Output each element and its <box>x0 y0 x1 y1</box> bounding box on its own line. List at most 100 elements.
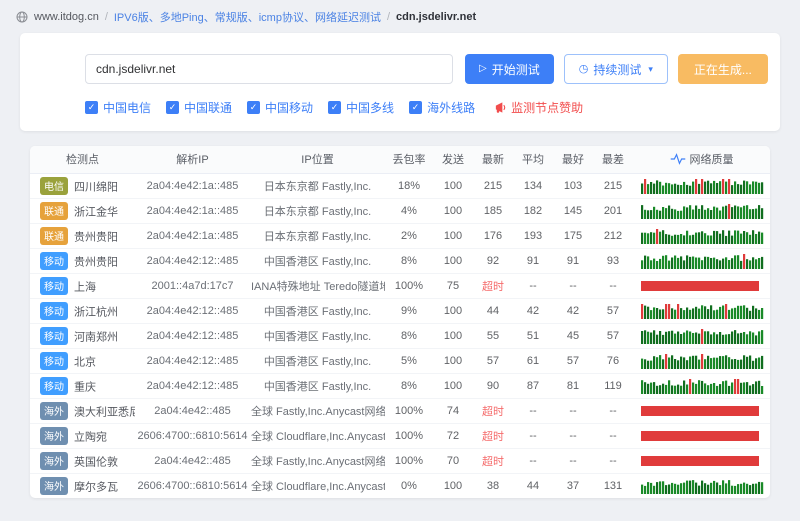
cell-best: -- <box>553 398 593 423</box>
generating-button[interactable]: 正在生成... <box>678 54 768 84</box>
cell-node: 移动重庆 <box>30 373 135 398</box>
checkbox-checked-icon[interactable]: ✓ <box>409 101 422 114</box>
cell-worst: 76 <box>593 348 633 373</box>
table-row: 移动重庆2a04:4e42:12::485中国香港区 Fastly,Inc.8%… <box>30 373 770 398</box>
line-type-badge: 移动 <box>40 277 68 295</box>
cell-avg: 51 <box>513 323 553 348</box>
filter-option-3[interactable]: ✓中国移动 <box>247 99 313 116</box>
toolbar-row: ▷ 开始测试 ◷ 持续测试 ▾ 正在生成... <box>85 54 780 84</box>
col-loss: 丢包率 <box>385 146 433 173</box>
cell-worst: 57 <box>593 298 633 323</box>
start-test-button[interactable]: ▷ 开始测试 <box>465 54 554 84</box>
col-worst: 最差 <box>593 146 633 173</box>
quality-chart <box>633 473 770 498</box>
cell-sent: 100 <box>433 248 473 273</box>
cell-latest: 90 <box>473 373 513 398</box>
cell-avg: -- <box>513 273 553 298</box>
cell-ip: 2a04:4e42:12::485 <box>135 298 250 323</box>
cell-worst: -- <box>593 398 633 423</box>
cell-loss: 0% <box>385 473 433 498</box>
quality-header-label: 网络质量 <box>690 151 734 167</box>
cell-loss: 9% <box>385 298 433 323</box>
quality-chart <box>633 373 770 398</box>
cell-sent: 100 <box>433 373 473 398</box>
cell-ip: 2a04:4e42::485 <box>135 448 250 473</box>
filter-row: ✓中国电信✓中国联通✓中国移动✓中国多线✓海外线路 监测节点赞助 <box>85 99 780 116</box>
filter-option-label: 海外线路 <box>427 99 475 116</box>
cell-worst: 201 <box>593 198 633 223</box>
cell-node: 海外立陶宛 <box>30 423 135 448</box>
cell-ip: 2a04:4e42:12::485 <box>135 373 250 398</box>
checkbox-checked-icon[interactable]: ✓ <box>328 101 341 114</box>
cell-node: 海外英国伦敦 <box>30 448 135 473</box>
table-row: 移动北京2a04:4e42:12::485中国香港区 Fastly,Inc.5%… <box>30 348 770 373</box>
checkbox-checked-icon[interactable]: ✓ <box>85 101 98 114</box>
cell-ip: 2a04:4e42:12::485 <box>135 348 250 373</box>
table-row: 海外澳大利亚悉尼2a04:4e42::485全球 Fastly,Inc.Anyc… <box>30 398 770 423</box>
quality-chart <box>633 448 770 473</box>
breadcrumb-site[interactable]: www.itdog.cn <box>34 11 99 23</box>
cell-worst: 131 <box>593 473 633 498</box>
cell-location: 全球 Fastly,Inc.Anycast网络 <box>250 398 385 423</box>
test-control-card: ▷ 开始测试 ◷ 持续测试 ▾ 正在生成... ✓中国电信✓中国联通✓中国移动✓… <box>20 33 780 131</box>
quality-chart <box>633 398 770 423</box>
cell-loss: 4% <box>385 198 433 223</box>
cell-location: 中国香港区 Fastly,Inc. <box>250 323 385 348</box>
table-row: 电信四川绵阳2a04:4e42:1a::485日本东京都 Fastly,Inc.… <box>30 173 770 198</box>
table-row: 移动河南郑州2a04:4e42:12::485中国香港区 Fastly,Inc.… <box>30 323 770 348</box>
cell-location: 中国香港区 Fastly,Inc. <box>250 373 385 398</box>
filter-option-2[interactable]: ✓中国联通 <box>166 99 232 116</box>
cell-location: 中国香港区 Fastly,Inc. <box>250 298 385 323</box>
node-name: 北京 <box>74 356 96 368</box>
cell-latest: 176 <box>473 223 513 248</box>
cell-loss: 100% <box>385 448 433 473</box>
table-row: 联通贵州贵阳2a04:4e42:1a::485日本东京都 Fastly,Inc.… <box>30 223 770 248</box>
cell-latest: 185 <box>473 198 513 223</box>
quality-chart <box>633 223 770 248</box>
continuous-test-button[interactable]: ◷ 持续测试 ▾ <box>564 54 668 84</box>
quality-chart <box>633 198 770 223</box>
cell-node: 移动贵州贵阳 <box>30 248 135 273</box>
cell-loss: 18% <box>385 173 433 198</box>
line-type-badge: 联通 <box>40 227 68 245</box>
cell-avg: 182 <box>513 198 553 223</box>
node-name: 浙江杭州 <box>74 306 118 318</box>
checkbox-checked-icon[interactable]: ✓ <box>247 101 260 114</box>
col-avg: 平均 <box>513 146 553 173</box>
filter-option-1[interactable]: ✓ 中国电信 <box>85 99 151 116</box>
host-input[interactable] <box>85 54 453 84</box>
cell-best: -- <box>553 273 593 298</box>
results-table-card: 检测点 解析IP IP位置 丢包率 发送 最新 平均 最好 最差 <box>30 146 770 498</box>
line-type-badge: 电信 <box>40 177 68 195</box>
cell-ip: 2a04:4e42:1a::485 <box>135 223 250 248</box>
cell-best: 175 <box>553 223 593 248</box>
cell-best: 91 <box>553 248 593 273</box>
cell-ip: 2001::4a7d:17c7 <box>135 273 250 298</box>
cell-latest: 超时 <box>473 423 513 448</box>
cell-best: 103 <box>553 173 593 198</box>
filter-option-label: 中国电信 <box>103 99 151 116</box>
quality-chart <box>633 173 770 198</box>
checkbox-checked-icon[interactable]: ✓ <box>166 101 179 114</box>
sponsor-link[interactable]: 监测节点赞助 <box>494 99 583 116</box>
col-ip: 解析IP <box>135 146 250 173</box>
cell-location: 全球 Fastly,Inc.Anycast网络 <box>250 448 385 473</box>
cell-node: 联通贵州贵阳 <box>30 223 135 248</box>
cell-ip: 2a04:4e42:12::485 <box>135 323 250 348</box>
cell-avg: -- <box>513 448 553 473</box>
cell-sent: 100 <box>433 298 473 323</box>
cell-worst: 93 <box>593 248 633 273</box>
quality-chart <box>633 298 770 323</box>
chevron-down-icon: ▾ <box>648 64 653 75</box>
node-name: 英国伦敦 <box>74 456 118 468</box>
cell-latest: 92 <box>473 248 513 273</box>
cell-sent: 100 <box>433 323 473 348</box>
cell-best: 81 <box>553 373 593 398</box>
filter-option-4[interactable]: ✓中国多线 <box>328 99 394 116</box>
results-table: 检测点 解析IP IP位置 丢包率 发送 最新 平均 最好 最差 <box>30 146 770 498</box>
filter-option-5[interactable]: ✓ 海外线路 <box>409 99 475 116</box>
quality-chart <box>633 348 770 373</box>
breadcrumb-links[interactable]: IPV6版、多地Ping、常规版、icmp协议、网络延迟测试 <box>114 9 381 25</box>
cell-sent: 70 <box>433 448 473 473</box>
cell-sent: 75 <box>433 273 473 298</box>
